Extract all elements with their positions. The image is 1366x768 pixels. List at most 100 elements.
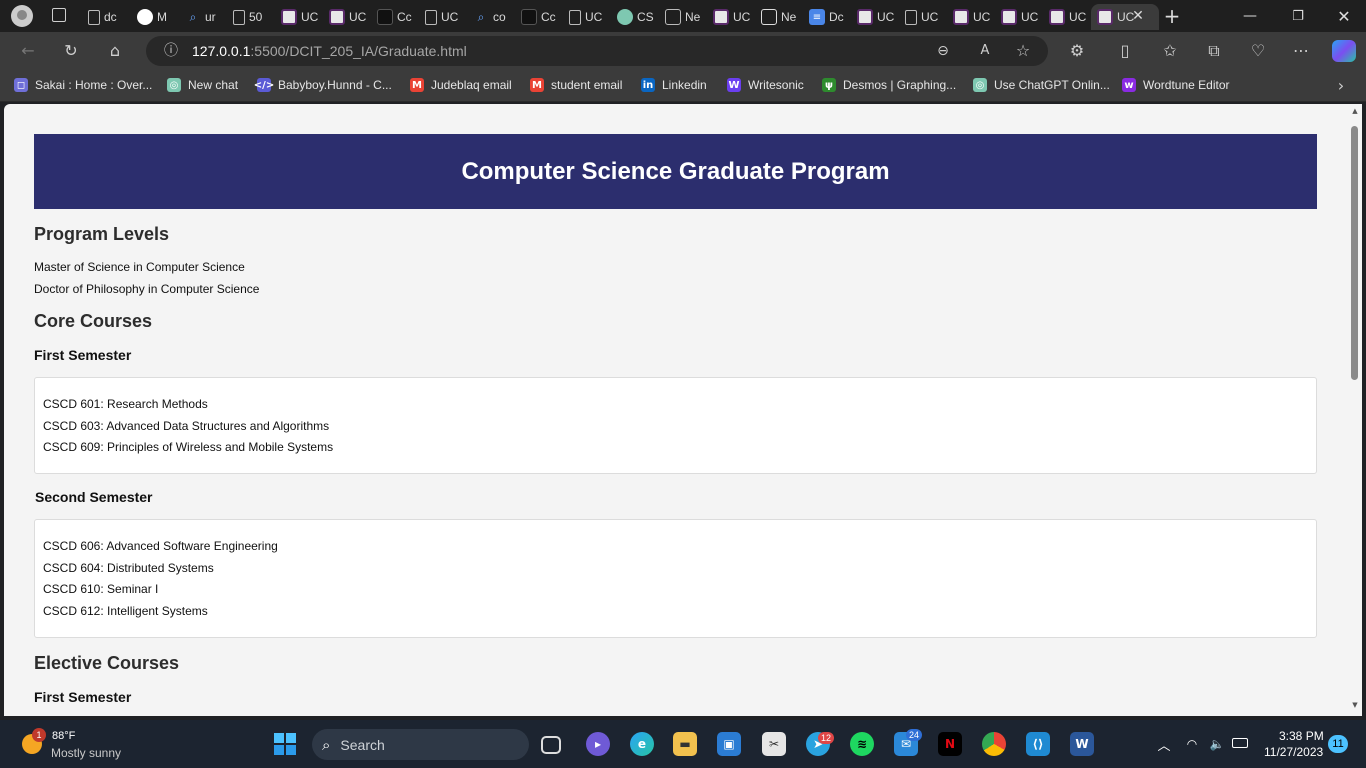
extensions-icon[interactable]: ⚙	[1066, 41, 1088, 61]
tab-label: UC	[349, 10, 367, 24]
performance-icon[interactable]: ♡	[1247, 41, 1269, 61]
favorite-star-icon[interactable]: ☆	[1012, 41, 1034, 61]
browser-tab[interactable]: CS	[611, 4, 659, 30]
browser-tab[interactable]: UC	[323, 4, 371, 30]
taskbar-search-box[interactable]: ⌕ Search	[312, 729, 529, 760]
microsoft-store-icon[interactable]: ▣	[717, 732, 741, 756]
tab-label: dc	[104, 10, 117, 24]
browser-tab[interactable]: ⌕ co	[467, 4, 515, 30]
weather-description[interactable]: Mostly sunny	[51, 746, 121, 760]
minimize-button[interactable]: —	[1240, 6, 1260, 26]
browser-tab[interactable]: ⌕ ur	[179, 4, 227, 30]
linkedin-icon: in	[641, 78, 655, 92]
battery-icon[interactable]	[1232, 738, 1248, 748]
browser-tab[interactable]: UC	[275, 4, 323, 30]
course-item: CSCD 612: Intelligent Systems	[43, 604, 208, 618]
browser-tab[interactable]: M	[131, 4, 179, 30]
browser-tab[interactable]: UC	[995, 4, 1043, 30]
edge-icon[interactable]: e	[630, 732, 654, 756]
close-window-button[interactable]: ✕	[1334, 6, 1354, 26]
scrollbar-thumb[interactable]	[1351, 126, 1358, 380]
bookmark-item[interactable]: ◎ New chat	[167, 78, 238, 92]
box-icon	[665, 9, 681, 25]
favorites-icon[interactable]: ✩	[1159, 41, 1181, 61]
browser-tab[interactable]: Ne	[659, 4, 707, 30]
task-view-icon[interactable]	[541, 736, 561, 754]
clock-date[interactable]: 11/27/2023	[1264, 745, 1323, 759]
bookmark-item[interactable]: M Judeblaq email	[410, 78, 512, 92]
bookmark-item[interactable]: ψ Desmos | Graphing...	[822, 78, 956, 92]
browser-tab[interactable]: 50	[227, 4, 275, 30]
bookmark-label: Judeblaq email	[431, 78, 512, 92]
bookmark-item[interactable]: </> Babyboy.Hunnd - C...	[254, 78, 392, 92]
refresh-icon[interactable]: ↻	[60, 41, 82, 61]
copilot-icon[interactable]	[1332, 40, 1356, 62]
dark-square-icon	[377, 9, 393, 25]
browser-tab[interactable]: ≡ Dc	[803, 4, 851, 30]
profile-avatar[interactable]	[11, 5, 33, 27]
weather-temp[interactable]: 88°F	[52, 730, 75, 742]
ug-logo-icon	[1097, 9, 1113, 25]
tab-label: Cc	[397, 10, 412, 24]
chatgpt-icon	[617, 9, 633, 25]
search-icon: ⌕	[189, 9, 197, 24]
bookmark-item[interactable]: ◎ Use ChatGPT Onlin...	[973, 78, 1110, 92]
close-tab-icon[interactable]: ✕	[1130, 6, 1146, 26]
ug-logo-icon	[329, 9, 345, 25]
word-icon[interactable]: W	[1070, 732, 1094, 756]
bookmark-item[interactable]: in Linkedin	[641, 78, 707, 92]
bookmark-label: student email	[551, 78, 623, 92]
document-icon	[905, 9, 917, 25]
bookmark-item[interactable]: W Writesonic	[727, 78, 804, 92]
collections-icon[interactable]: ⧉	[1203, 41, 1225, 61]
browser-tab[interactable]: UC	[563, 4, 611, 30]
browser-tab[interactable]: UC	[947, 4, 995, 30]
browser-tab[interactable]: UC	[851, 4, 899, 30]
url-text[interactable]: 127.0.0.1:5500/DCIT_205_IA/Graduate.html	[192, 43, 467, 59]
new-tab-button[interactable]: +	[1162, 4, 1182, 28]
vscode-icon[interactable]: ⟨⟩	[1026, 732, 1050, 756]
netflix-icon[interactable]: N	[938, 732, 962, 756]
hidden-icons-chevron-icon[interactable]: ︿	[1156, 736, 1172, 754]
volume-muted-icon[interactable]: 🔈	[1208, 736, 1226, 752]
browser-tab[interactable]: UC	[419, 4, 467, 30]
bookmarks-overflow-icon[interactable]: ›	[1330, 76, 1352, 96]
elective-courses-heading: Elective Courses	[34, 653, 180, 673]
snipping-tool-icon[interactable]: ✂	[762, 732, 786, 756]
tab-actions-icon[interactable]	[52, 8, 66, 22]
program-level-item: Master of Science in Computer Science	[34, 260, 245, 274]
wifi-icon[interactable]: ◠	[1184, 736, 1200, 752]
scroll-up-arrow-icon[interactable]: ▲	[1350, 106, 1360, 116]
browser-tab[interactable]: Cc	[371, 4, 419, 30]
file-explorer-icon[interactable]: ▬	[673, 732, 697, 756]
more-menu-icon[interactable]: ⋯	[1290, 41, 1312, 61]
home-icon[interactable]: ⌂	[104, 41, 126, 61]
browser-tab[interactable]: Ne	[755, 4, 803, 30]
bookmark-item[interactable]: ◻ Sakai : Home : Over...	[14, 78, 152, 92]
start-button[interactable]	[274, 733, 296, 755]
clock-time[interactable]: 3:38 PM	[1279, 729, 1324, 743]
notification-center-badge[interactable]: 11	[1328, 735, 1348, 753]
search-placeholder: Search	[340, 736, 385, 753]
browser-tab[interactable]: Cc	[515, 4, 563, 30]
split-screen-icon[interactable]: ▯	[1114, 41, 1136, 61]
browser-tab[interactable]: dc	[82, 4, 130, 30]
back-icon[interactable]: ←	[17, 41, 39, 61]
spotify-icon[interactable]: ≋	[850, 732, 874, 756]
chrome-icon[interactable]	[982, 732, 1006, 756]
bookmark-item[interactable]: Mstudent email	[530, 78, 622, 92]
bookmark-item[interactable]: w Wordtune Editor	[1122, 78, 1230, 92]
document-icon	[88, 9, 100, 25]
core-first-semester-heading: First Semester	[34, 347, 132, 363]
zoom-icon[interactable]: ⊖	[932, 41, 954, 61]
page-title: Computer Science Graduate Program	[461, 157, 890, 185]
teams-chat-icon[interactable]: ▸	[586, 732, 610, 756]
restore-button[interactable]: ❐	[1288, 6, 1308, 26]
browser-tab[interactable]: UC	[1091, 4, 1159, 30]
scroll-down-arrow-icon[interactable]: ▼	[1350, 700, 1360, 710]
browser-tab[interactable]: UC	[1043, 4, 1091, 30]
browser-tab[interactable]: UC	[899, 4, 947, 30]
read-aloud-icon[interactable]: A	[974, 41, 996, 61]
site-info-icon[interactable]: ⓘ	[160, 41, 182, 61]
browser-tab[interactable]: UC	[707, 4, 755, 30]
